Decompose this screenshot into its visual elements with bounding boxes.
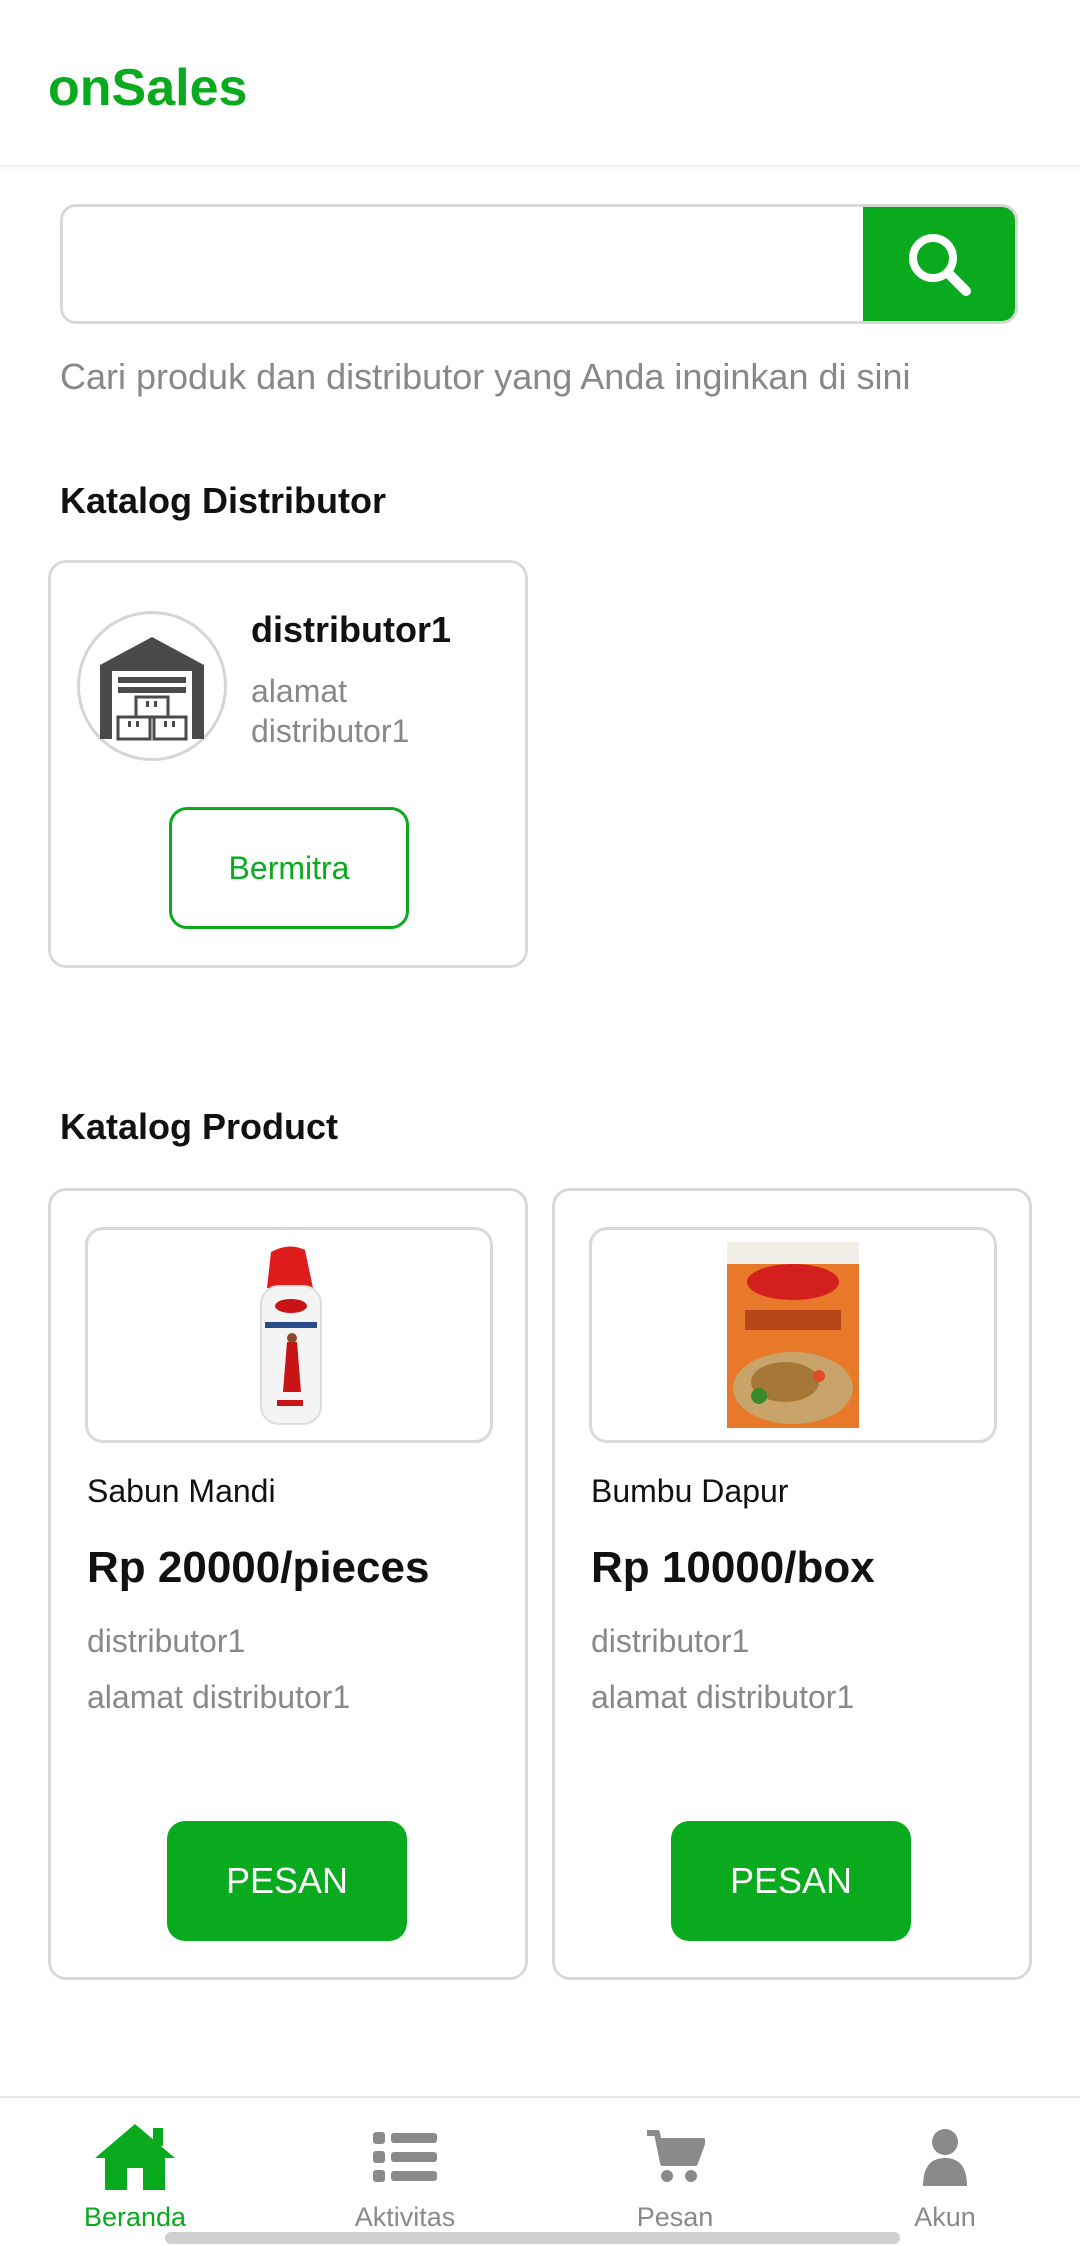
search-button[interactable] [863,207,1015,321]
user-icon [923,2129,967,2186]
nav-label: Aktivitas [354,2202,456,2232]
search-icon [909,234,971,296]
search-input[interactable] [63,207,869,321]
nav-item-akun[interactable]: Akun [810,2098,1080,2246]
body-wash-bottle-image [260,1246,322,1425]
brand-title: onSales [48,59,248,117]
order-button[interactable]: PESAN [671,1821,911,1941]
nav-item-aktivitas[interactable]: Aktivitas [270,2098,540,2246]
nav-item-beranda[interactable]: Beranda [0,2098,270,2246]
product-distributor-address: alamat distributor1 [87,1679,351,1715]
search-box [60,204,1018,324]
list-icon [373,2132,437,2182]
home-indicator [165,2232,900,2244]
search-hint: Cari produk dan distributor yang Anda in… [60,356,911,397]
distributor-avatar [77,611,227,761]
product-card[interactable]: Bumbu Dapur Rp 10000/box distributor1 al… [552,1188,1032,1980]
product-image [589,1227,997,1443]
bottom-nav: Beranda Aktivitas Pesan Akun [0,2096,1080,2244]
nav-label: Pesan [636,2202,714,2232]
product-name: Sabun Mandi [87,1473,276,1509]
product-card[interactable]: Sabun Mandi Rp 20000/pieces distributor1… [48,1188,528,1980]
warehouse-icon [100,637,204,741]
distributor-card[interactable]: distributor1 alamat distributor1 Bermitr… [48,560,528,968]
app-bar: onSales [0,0,1080,166]
nav-label: Akun [914,2202,976,2232]
product-price: Rp 20000/pieces [87,1543,430,1592]
seasoning-packet-image [727,1242,859,1428]
order-button[interactable]: PESAN [167,1821,407,1941]
product-image [85,1227,493,1443]
nav-label: Beranda [83,2202,187,2232]
product-name: Bumbu Dapur [591,1473,789,1509]
product-distributor: distributor1 [87,1623,246,1659]
distributor-section-title: Katalog Distributor [60,480,387,521]
product-section-title: Katalog Product [60,1106,339,1147]
nav-item-pesan[interactable]: Pesan [540,2098,810,2246]
cart-icon [647,2130,705,2182]
product-price: Rp 10000/box [591,1543,875,1592]
product-distributor-address: alamat distributor1 [591,1679,855,1715]
product-distributor: distributor1 [591,1623,750,1659]
partner-button[interactable]: Bermitra [169,807,409,929]
distributor-address: alamat distributor1 [251,673,410,749]
distributor-name: distributor1 [251,609,452,650]
home-icon [95,2124,175,2190]
